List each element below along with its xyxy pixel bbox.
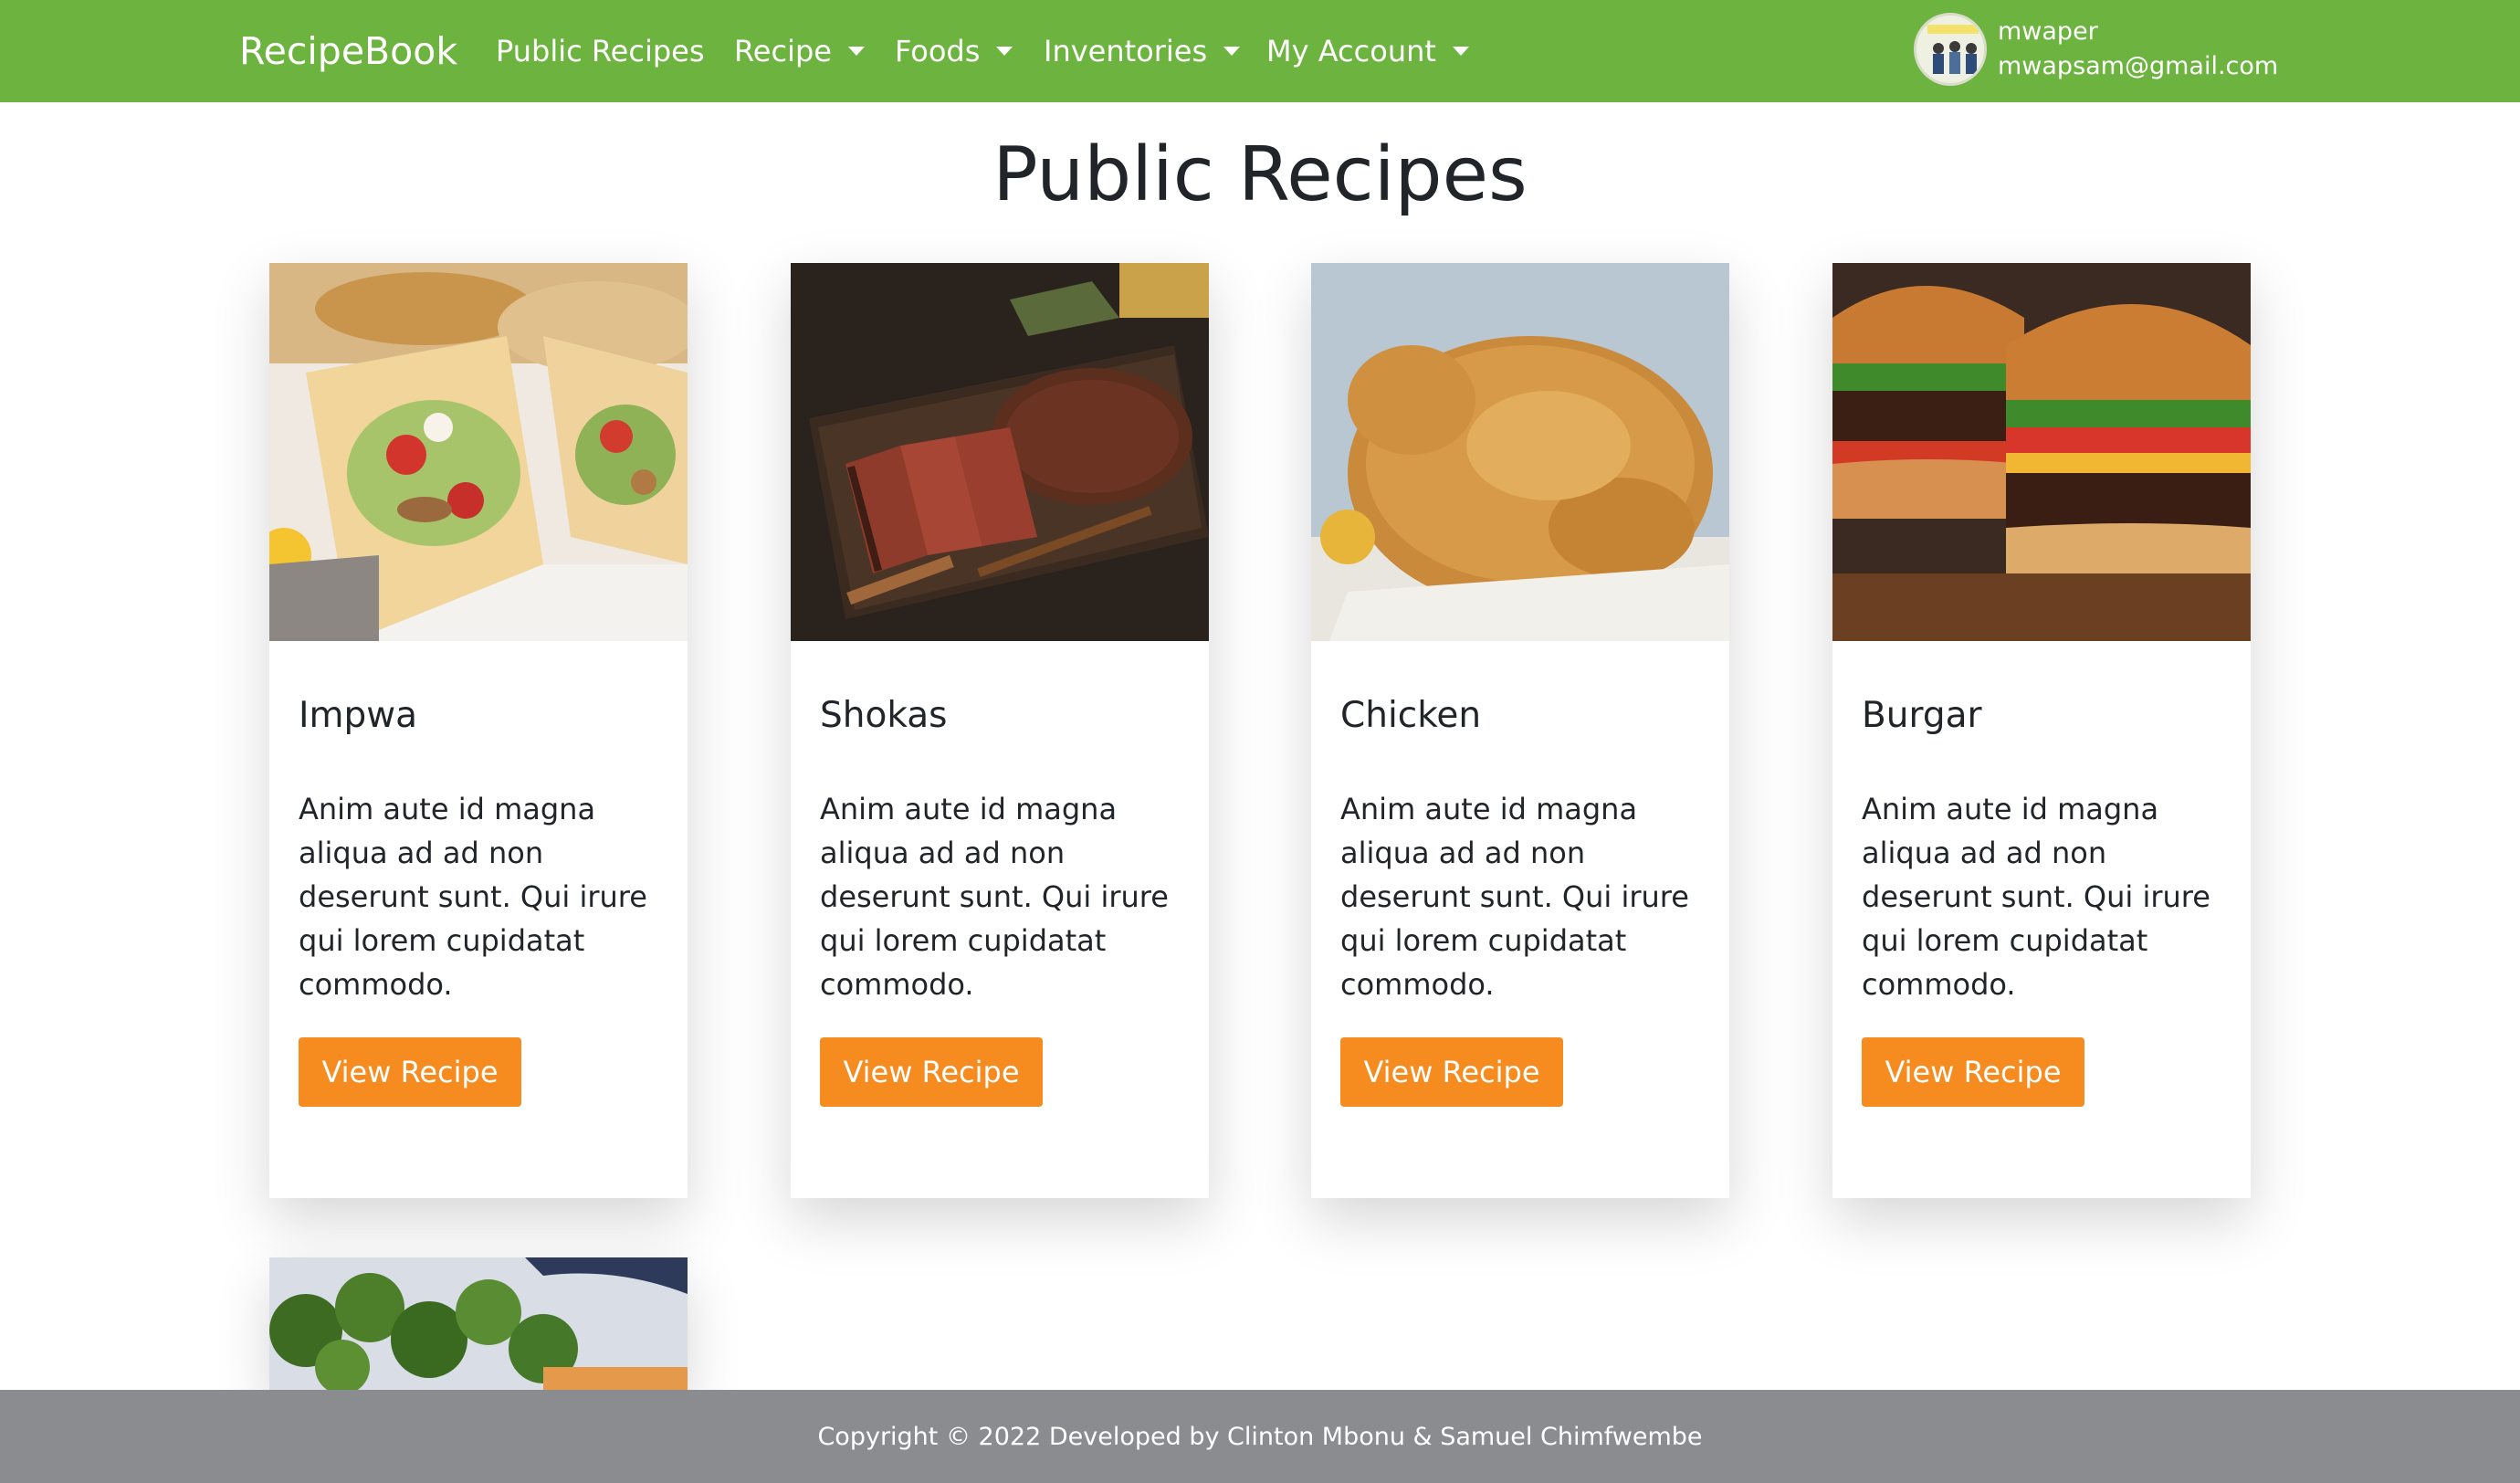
nav-my-account-dropdown[interactable]: My Account [1266, 29, 1469, 73]
recipe-title: Shokas [820, 695, 948, 736]
brand-link[interactable]: RecipeBook [239, 26, 457, 77]
user-profile[interactable]: mwaper mwapsam@gmail.com [1914, 13, 2278, 86]
recipe-image-wrap [269, 263, 688, 641]
recipe-image-broccoli [269, 1257, 688, 1391]
recipe-title: Chicken [1340, 695, 1482, 736]
recipe-description: Anim aute id magna aliqua ad ad non dese… [1340, 792, 1689, 1002]
recipe-description: Anim aute id magna aliqua ad ad non dese… [1862, 792, 2210, 1002]
user-email: mwapsam@gmail.com [1998, 52, 2279, 80]
recipe-card: Shokas Anim aute id magna aliqua ad ad n… [791, 263, 1209, 1198]
caret-down-icon [1223, 47, 1241, 56]
recipe-card: Chicken Anim aute id magna aliqua ad ad … [1311, 263, 1729, 1198]
recipe-card: Impwa Anim aute id magna aliqua ad ad no… [269, 263, 688, 1198]
nav-my-account-label: My Account [1266, 34, 1436, 68]
caret-down-icon [1452, 47, 1469, 56]
view-recipe-button[interactable]: View Recipe [299, 1037, 521, 1107]
footer-copyright: Copyright © 2022 Developed by Clinton Mb… [817, 1422, 1703, 1451]
nav-recipe-label: Recipe [734, 34, 832, 68]
nav-recipe-dropdown[interactable]: Recipe [734, 29, 865, 73]
nav-foods-dropdown[interactable]: Foods [895, 29, 1013, 73]
recipe-card-partial [269, 1257, 688, 1391]
nav-public-recipes-label: Public Recipes [496, 34, 705, 68]
recipe-image-steak [791, 263, 1209, 641]
caret-down-icon [847, 47, 865, 56]
nav-foods-label: Foods [895, 34, 981, 68]
recipe-title: Impwa [299, 695, 418, 736]
avatar [1914, 13, 1987, 86]
view-recipe-button[interactable]: View Recipe [1862, 1037, 2084, 1107]
footer: Copyright © 2022 Developed by Clinton Mb… [0, 1390, 2520, 1483]
nav-public-recipes[interactable]: Public Recipes [496, 29, 705, 73]
recipe-image-chicken [1311, 263, 1729, 641]
view-recipe-button[interactable]: View Recipe [1340, 1037, 1563, 1107]
caret-down-icon [996, 47, 1013, 56]
recipe-card: Burgar Anim aute id magna aliqua ad ad n… [1832, 263, 2251, 1198]
page-title: Public Recipes [992, 131, 1528, 218]
nav-inventories-dropdown[interactable]: Inventories [1044, 29, 1241, 73]
navbar: RecipeBook Public Recipes Recipe Foods I… [0, 0, 2520, 102]
recipe-description: Anim aute id magna aliqua ad ad non dese… [820, 792, 1169, 1002]
recipe-description: Anim aute id magna aliqua ad ad non dese… [299, 792, 647, 1002]
recipe-image-burger [1832, 263, 2251, 641]
user-name: mwaper [1998, 17, 2098, 46]
user-info: mwaper mwapsam@gmail.com [1998, 15, 2278, 84]
view-recipe-button[interactable]: View Recipe [820, 1037, 1043, 1107]
recipe-title: Burgar [1862, 695, 1982, 736]
nav-inventories-label: Inventories [1044, 34, 1208, 68]
